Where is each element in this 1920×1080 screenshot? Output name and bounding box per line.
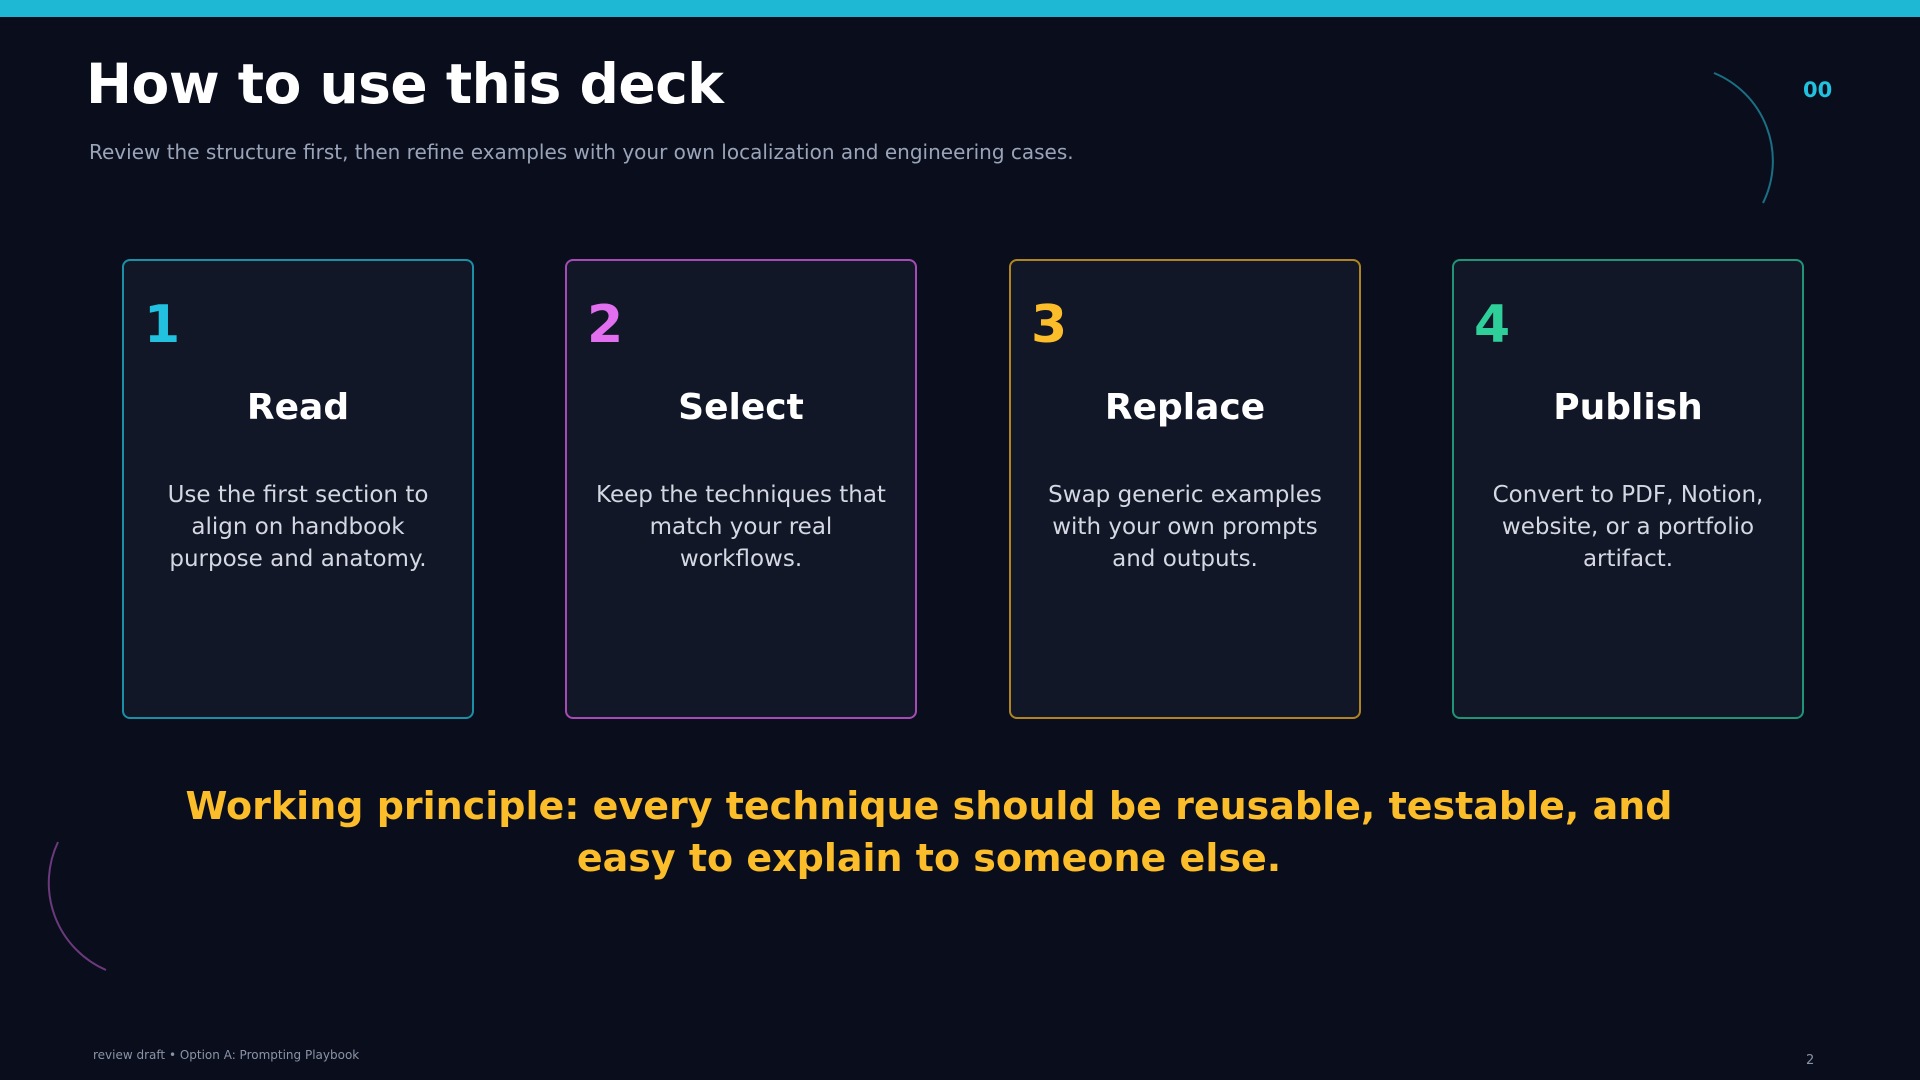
step-card-replace: 3 Replace Swap generic examples with you… — [1009, 259, 1361, 719]
step-description: Swap generic examples with your own prom… — [1048, 482, 1322, 572]
decorative-arc-bottom-left — [47, 841, 107, 971]
step-description: Convert to PDF, Notion, website, or a po… — [1492, 482, 1764, 572]
step-number: 1 — [144, 295, 181, 355]
page-subtitle: Review the structure first, then refine … — [89, 140, 1074, 164]
step-title: Read — [246, 387, 350, 428]
step-number: 2 — [587, 295, 624, 355]
step-number: 3 — [1031, 295, 1068, 355]
step-card-read: 1 Read Use the first section to align on… — [122, 259, 474, 719]
page-title: How to use this deck — [86, 52, 724, 116]
step-number: 4 — [1474, 295, 1511, 355]
step-description: Keep the techniques that match your real… — [596, 482, 886, 572]
section-code: 00 — [1803, 78, 1833, 102]
working-principle: Working principle: every technique shoul… — [185, 784, 1673, 880]
page-number: 2 — [1806, 1053, 1815, 1068]
footer-label: review draft • Option A: Prompting Playb… — [93, 1048, 360, 1062]
step-description: Use the first section to align on handbo… — [167, 482, 429, 572]
step-title: Select — [678, 387, 804, 428]
step-title: Publish — [1553, 387, 1703, 428]
step-card-publish: 4 Publish Convert to PDF, Notion, websit… — [1452, 259, 1804, 719]
step-title: Replace — [1104, 387, 1266, 428]
step-card-select: 2 Select Keep the techniques that match … — [565, 259, 917, 719]
decorative-arc-top-right — [1713, 72, 1774, 204]
